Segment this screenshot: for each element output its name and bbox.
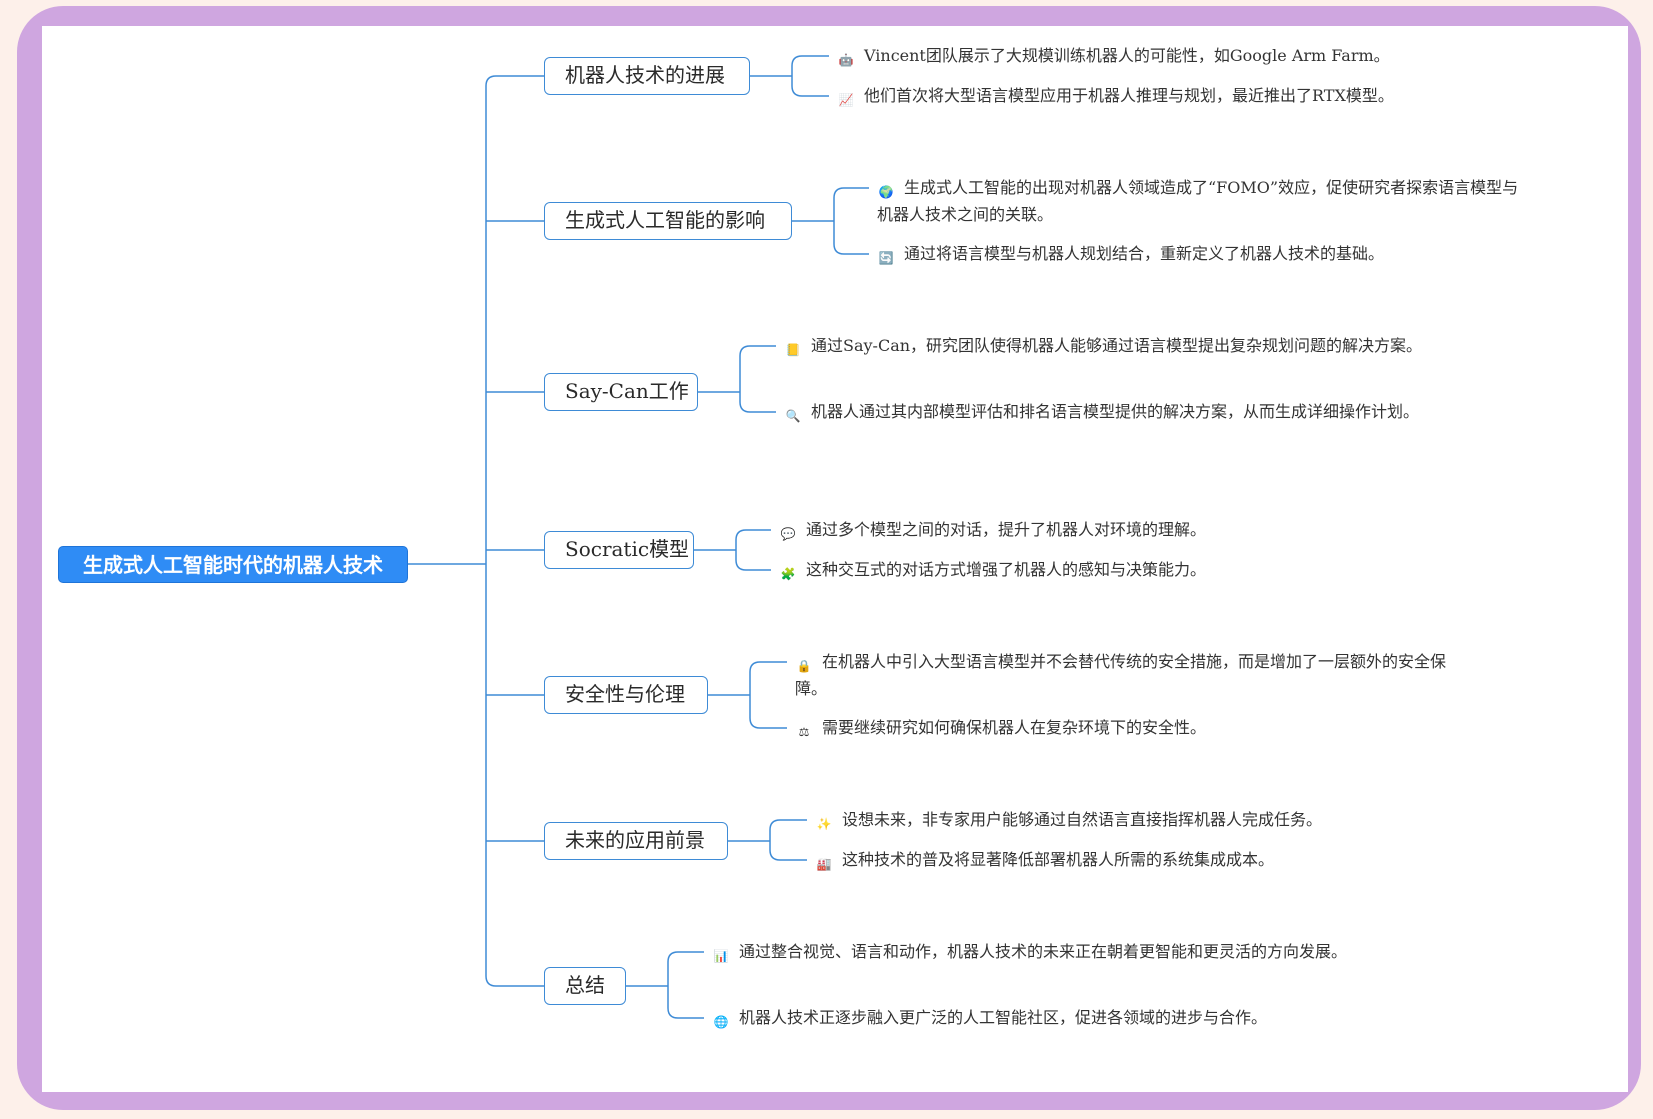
chart-up-icon: 📈	[838, 93, 854, 107]
connector-line	[667, 951, 704, 1019]
connector-line	[749, 661, 787, 729]
leaf-item[interactable]: 🏭 这种技术的普及将显著降低部署机器人所需的系统集成成本。	[815, 846, 1515, 873]
factory-icon: 🏭	[816, 857, 832, 871]
connector-line	[735, 529, 771, 571]
connector-line	[833, 187, 869, 255]
leaf-item[interactable]: ⚖ 需要继续研究如何确保机器人在复杂环境下的安全性。	[795, 714, 1465, 741]
branch-topic[interactable]: 未来的应用前景	[544, 822, 728, 860]
leaf-text: 这种技术的普及将显著降低部署机器人所需的系统集成成本。	[842, 850, 1275, 869]
branch-topic[interactable]: Say-Can工作	[544, 373, 698, 411]
connector-line	[791, 55, 829, 97]
branch-topic[interactable]: 机器人技术的进展	[544, 57, 750, 95]
mindmap-canvas: 生成式人工智能时代的机器人技术 机器人技术的进展 🤖 Vincent团队展示了大规模…	[42, 26, 1628, 1092]
scales-icon: ⚖	[798, 725, 810, 739]
leaf-text: 生成式人工智能的出现对机器人领域造成了“FOMO”效应，促使研究者探索语言模型与…	[877, 178, 1519, 224]
connector-line	[739, 345, 776, 413]
bar-chart-icon: 📊	[713, 949, 729, 963]
leaf-text: 通过Say-Can，研究团队使得机器人能够通过语言模型提出复杂规划问题的解决方案…	[811, 336, 1423, 355]
magnifier-icon: 🔍	[785, 409, 801, 423]
root-topic[interactable]: 生成式人工智能时代的机器人技术	[58, 546, 408, 583]
leaf-item[interactable]: 💬 通过多个模型之间的对话，提升了机器人对环境的理解。	[779, 516, 1479, 543]
branch-topic[interactable]: Socratic模型	[544, 531, 694, 569]
lock-icon: 🔒	[796, 659, 812, 673]
leaf-item[interactable]: 🔍 机器人通过其内部模型评估和排名语言模型提供的解决方案，从而生成详细操作计划。	[784, 398, 1444, 425]
leaf-item[interactable]: 🔒 在机器人中引入大型语言模型并不会替代传统的安全措施，而是增加了一层额外的安全保…	[795, 648, 1465, 702]
network-globe-icon: 🌐	[713, 1015, 729, 1029]
notebook-icon: 📒	[785, 343, 801, 357]
leaf-text: 在机器人中引入大型语言模型并不会替代传统的安全措施，而是增加了一层额外的安全保障…	[795, 652, 1447, 698]
leaf-item[interactable]: ✨ 设想未来，非专家用户能够通过自然语言直接指挥机器人完成任务。	[815, 806, 1515, 833]
leaf-item[interactable]: 🧩 这种交互式的对话方式增强了机器人的感知与决策能力。	[779, 556, 1479, 583]
leaf-text: 他们首次将大型语言模型应用于机器人推理与规划，最近推出了RTX模型。	[864, 86, 1394, 105]
leaf-text: 通过多个模型之间的对话，提升了机器人对环境的理解。	[806, 520, 1207, 539]
leaf-text: 这种交互式的对话方式增强了机器人的感知与决策能力。	[806, 560, 1207, 579]
globe-icon: 🌍	[878, 185, 894, 199]
leaf-text: 设想未来，非专家用户能够通过自然语言直接指挥机器人完成任务。	[842, 810, 1323, 829]
puzzle-icon: 🧩	[780, 567, 796, 581]
leaf-item[interactable]: 🌍 生成式人工智能的出现对机器人领域造成了“FOMO”效应，促使研究者探索语言模型…	[877, 174, 1527, 228]
leaf-text: 通过整合视觉、语言和动作，机器人技术的未来正在朝着更智能和更灵活的方向发展。	[739, 942, 1348, 961]
connector-line	[485, 975, 544, 987]
branch-topic[interactable]: 安全性与伦理	[544, 676, 708, 714]
refresh-icon: 🔄	[878, 251, 894, 265]
branch-topic[interactable]: 总结	[544, 967, 626, 1005]
speech-bubble-icon: 💬	[780, 527, 796, 541]
sparkle-icon: ✨	[816, 817, 832, 831]
leaf-text: 机器人通过其内部模型评估和排名语言模型提供的解决方案，从而生成详细操作计划。	[811, 402, 1420, 421]
leaf-item[interactable]: 🌐 机器人技术正逐步融入更广泛的人工智能社区，促进各领域的进步与合作。	[712, 1004, 1392, 1031]
connector-line	[769, 819, 807, 861]
connector-line	[485, 75, 544, 87]
leaf-text: Vincent团队展示了大规模训练机器人的可能性，如Google Arm Far…	[864, 46, 1390, 65]
leaf-item[interactable]: 🔄 通过将语言模型与机器人规划结合，重新定义了机器人技术的基础。	[877, 240, 1527, 267]
leaf-text: 机器人技术正逐步融入更广泛的人工智能社区，促进各领域的进步与合作。	[739, 1008, 1268, 1027]
robot-icon: 🤖	[838, 53, 854, 67]
leaf-item[interactable]: 📊 通过整合视觉、语言和动作，机器人技术的未来正在朝着更智能和更灵活的方向发展。	[712, 938, 1392, 965]
leaf-item[interactable]: 🤖 Vincent团队展示了大规模训练机器人的可能性，如Google Arm Fa…	[837, 42, 1537, 69]
leaf-item[interactable]: 📒 通过Say-Can，研究团队使得机器人能够通过语言模型提出复杂规划问题的解决方…	[784, 332, 1444, 359]
leaf-item[interactable]: 📈 他们首次将大型语言模型应用于机器人推理与规划，最近推出了RTX模型。	[837, 82, 1537, 109]
branch-topic[interactable]: 生成式人工智能的影响	[544, 202, 792, 240]
leaf-text: 需要继续研究如何确保机器人在复杂环境下的安全性。	[822, 718, 1207, 737]
leaf-text: 通过将语言模型与机器人规划结合，重新定义了机器人技术的基础。	[904, 244, 1385, 263]
